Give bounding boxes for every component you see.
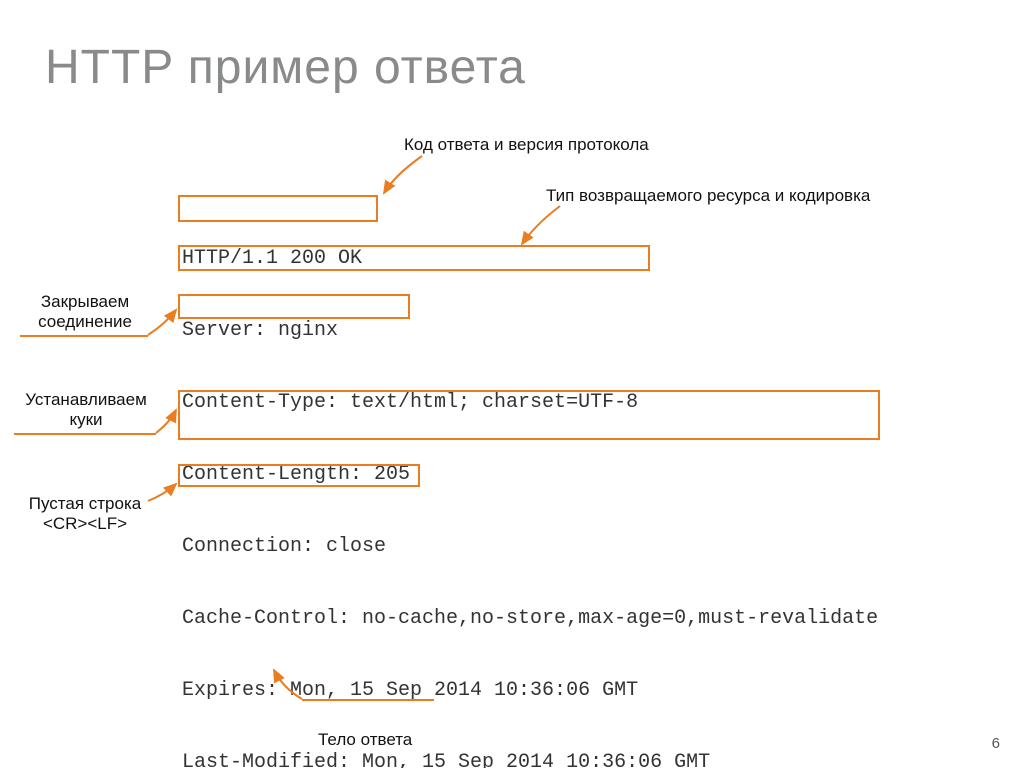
- annotation-body: Тело ответа: [318, 730, 412, 750]
- underline-set-cookie: [14, 433, 156, 435]
- annotation-connection-close-l1: Закрываем: [30, 292, 140, 312]
- annotation-blank-line: Пустая строка <CR><LF>: [20, 494, 150, 534]
- annotation-blank-line-l1: Пустая строка: [20, 494, 150, 514]
- annotation-blank-line-l2: <CR><LF>: [20, 514, 150, 534]
- code-line-content-type: Content-Type: text/html; charset=UTF-8: [182, 391, 878, 415]
- annotation-connection-close-l2: соединение: [30, 312, 140, 332]
- annotation-set-cookie: Устанавливаем куки: [20, 390, 152, 430]
- http-response-code: HTTP/1.1 200 OK Server: nginx Content-Ty…: [182, 199, 878, 768]
- code-line-cache-control: Cache-Control: no-cache,no-store,max-age…: [182, 607, 878, 631]
- annotation-set-cookie-l2: куки: [20, 410, 152, 430]
- underline-connection-close: [20, 335, 148, 337]
- annotation-status-line: Код ответа и версия протокола: [404, 135, 649, 155]
- code-line-connection: Connection: close: [182, 535, 878, 559]
- code-line-last-modified: Last-Modified: Mon, 15 Sep 2014 10:36:06…: [182, 751, 878, 768]
- code-line-expires: Expires: Mon, 15 Sep 2014 10:36:06 GMT: [182, 679, 878, 703]
- annotation-set-cookie-l1: Устанавливаем: [20, 390, 152, 410]
- code-line-server: Server: nginx: [182, 319, 878, 343]
- underline-body: [302, 699, 434, 701]
- code-line-content-length: Content-Length: 205: [182, 463, 878, 487]
- annotation-connection-close: Закрываем соединение: [30, 292, 140, 332]
- annotation-content-type: Тип возвращаемого ресурса и кодировка: [546, 186, 870, 206]
- code-line-status: HTTP/1.1 200 OK: [182, 247, 878, 271]
- page-number: 6: [992, 735, 1000, 752]
- slide-title: HTTP пример ответа: [45, 40, 526, 95]
